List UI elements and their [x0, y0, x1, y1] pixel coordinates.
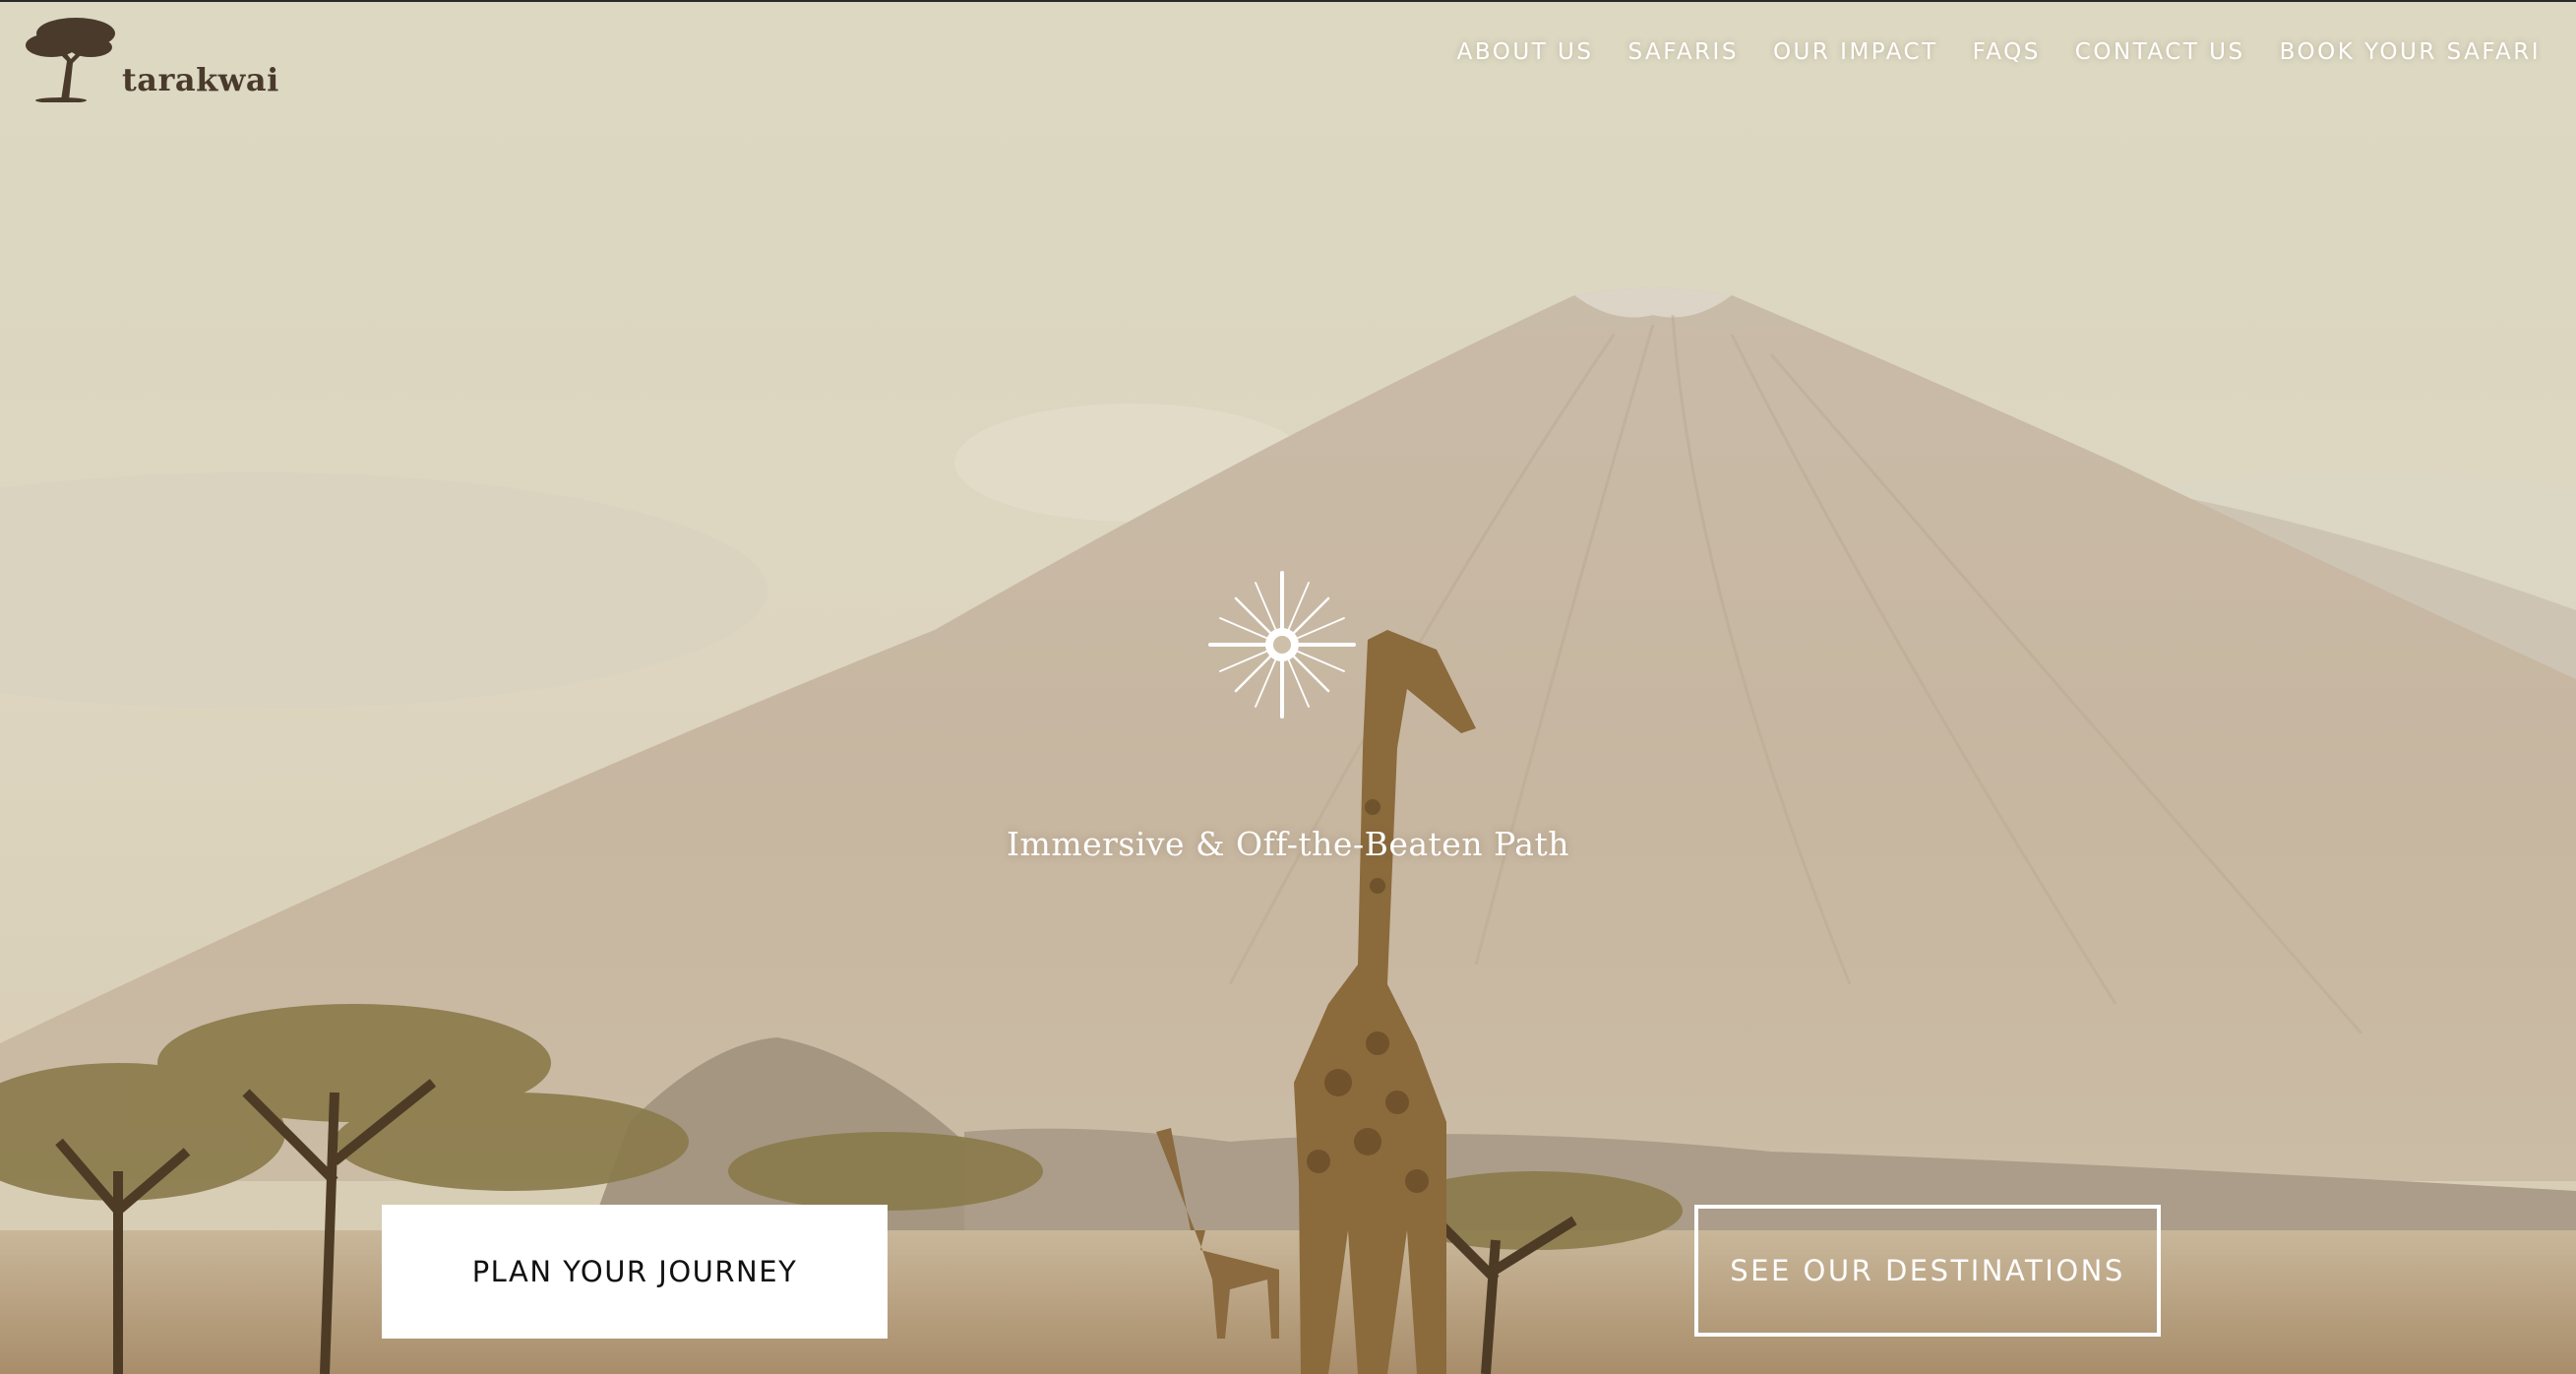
sun-compass-icon	[1208, 571, 1356, 718]
brand-logo[interactable]: tarakwai	[22, 12, 278, 103]
see-our-destinations-label: SEE OUR DESTINATIONS	[1730, 1254, 2125, 1287]
acacia-tree-icon	[26, 18, 115, 103]
hero-tagline: Immersive & Off-the-Beaten Path	[1007, 825, 1569, 863]
nav-link-our-impact[interactable]: OUR IMPACT	[1773, 39, 1938, 65]
plan-your-journey-button[interactable]: PLAN YOUR JOURNEY	[382, 1205, 888, 1339]
nav-link-book-your-safari[interactable]: BOOK YOUR SAFARI	[2280, 39, 2541, 65]
main-navigation: ABOUT US SAFARIS OUR IMPACT FAQS CONTACT…	[1457, 39, 2541, 65]
nav-link-contact-us[interactable]: CONTACT US	[2075, 39, 2245, 65]
nav-link-about-us[interactable]: ABOUT US	[1457, 39, 1594, 65]
see-our-destinations-button[interactable]: SEE OUR DESTINATIONS	[1694, 1205, 2161, 1337]
nav-link-faqs[interactable]: FAQS	[1973, 39, 2041, 65]
plan-your-journey-label: PLAN YOUR JOURNEY	[471, 1255, 798, 1288]
brand-name: tarakwai	[122, 61, 279, 98]
top-border-line	[0, 0, 2576, 2]
nav-link-safaris[interactable]: SAFARIS	[1627, 39, 1738, 65]
